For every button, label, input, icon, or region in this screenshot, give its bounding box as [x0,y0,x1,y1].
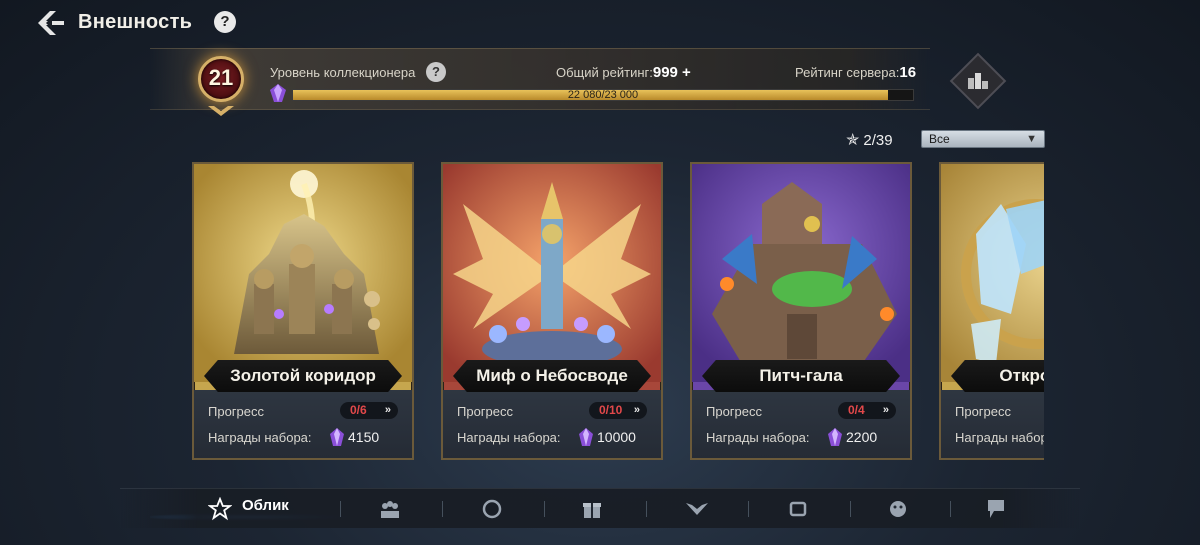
nav-divider [646,501,647,517]
page-title: Внешность [78,11,193,33]
tab-crowd[interactable] [370,489,430,529]
tab-flag[interactable] [980,489,1040,529]
collection-card[interactable]: Миф о Небосводе Прогресс 0/10 » Награды … [441,162,663,460]
collector-level-badge[interactable]: 21 [186,46,256,118]
double-chevron-icon: » [882,404,889,416]
card-art [194,164,412,382]
double-chevron-icon: » [633,404,640,416]
progress-value: 0/10 [599,403,623,417]
collection-cards: Золотой коридор Прогресс 0/6 » Награды н… [192,162,1044,460]
rewards-label: Награды набора: [208,430,312,445]
server-rating-value: 16 [899,64,917,81]
nav-divider [950,501,951,517]
tab-appearance-label: Облик [242,497,289,514]
filter-selected: Все [929,132,950,146]
collection-counter: ✯ 2/39 [846,130,893,150]
rewards-label: Награды набора: [955,430,1044,445]
face-tab-icon [890,501,906,517]
rewards-label: Награды набора: [706,430,810,445]
wings-tab-icon [686,503,708,515]
nav-divider [850,501,851,517]
card-art [941,164,1044,382]
reward-value: 2200 [846,429,878,445]
progress-label: Прогресс [955,404,1012,419]
nav-divider [442,501,443,517]
crystal-icon [270,84,286,102]
pitch-gala-image [692,164,910,382]
star-tab-icon [208,497,232,521]
star-icon: ✯ [846,132,860,149]
card-title: Золотой коридор [204,360,402,392]
nav-divider [340,501,341,517]
gift-tab-icon [583,503,601,518]
tab-gift[interactable] [572,489,632,529]
card-title: Откровения [951,360,1044,392]
frame-tab-icon [789,501,807,517]
overall-rating: Общий рейтинг:999 + [556,64,691,81]
collection-card[interactable]: Золотой коридор Прогресс 0/6 » Награды н… [192,162,414,460]
help-button[interactable]: ? [214,11,236,33]
card-art [443,164,661,382]
collection-card[interactable]: Откровения Прогресс Награды набора: [939,162,1044,460]
crystal-icon [828,428,842,446]
reward-value: 4150 [348,429,380,445]
overall-rating-value: 999 + [652,64,691,81]
progress-badge[interactable]: 0/4 » [838,402,896,419]
tab-frame[interactable] [778,489,838,529]
crowd-tab-icon [381,501,399,518]
tab-ring[interactable] [472,489,532,529]
card-art [692,164,910,382]
reward-value: 10000 [597,429,636,445]
collector-level: 21 [208,65,234,90]
filter-dropdown[interactable]: Все ▼ [921,130,1045,148]
card-info [941,390,1044,458]
golden-palace-image [194,164,412,382]
card-title: Миф о Небосводе [453,360,651,392]
double-chevron-icon: » [384,404,391,416]
crystal-icon [330,428,344,446]
server-rating-label: Рейтинг сервера: [795,65,900,80]
collector-xp-text: 22 080/23 000 [567,89,639,101]
progress-label: Прогресс [208,404,265,419]
card-info [194,390,412,458]
nav-divider [544,501,545,517]
collector-label: Уровень коллекционера [270,65,416,80]
badge-wing-icon [208,106,234,116]
card-title: Питч-гала [702,360,900,392]
progress-value: 0/6 [350,403,367,417]
nav-divider [748,501,749,517]
podium-icon [968,73,988,89]
ring-tab-icon [482,499,502,519]
sky-myth-image [443,164,661,382]
collection-card[interactable]: Питч-гала Прогресс 0/4 » Награды набора:… [690,162,912,460]
chevron-down-icon: ▼ [1026,133,1037,145]
crystal-revelation-image [941,164,1044,382]
back-arrow-icon [38,11,64,35]
overall-rating-label: Общий рейтинг: [556,65,653,80]
progress-label: Прогресс [457,404,514,419]
progress-label: Прогресс [706,404,763,419]
collector-help-button[interactable]: ? [426,62,446,82]
server-rating: Рейтинг сервера:16 [795,64,916,81]
back-button[interactable] [34,8,68,38]
progress-badge[interactable]: 0/6 » [340,402,398,419]
progress-value: 0/4 [848,403,865,417]
top-bar: Внешность ? [0,0,1200,46]
tab-wings[interactable] [676,489,736,529]
rewards-label: Награды набора: [457,430,561,445]
card-info [443,390,661,458]
flag-tab-icon [988,500,1004,518]
progress-badge[interactable]: 0/10 » [589,402,647,419]
crystal-icon [579,428,593,446]
card-info [692,390,910,458]
collection-count: 2/39 [863,132,893,149]
tab-face[interactable] [878,489,938,529]
